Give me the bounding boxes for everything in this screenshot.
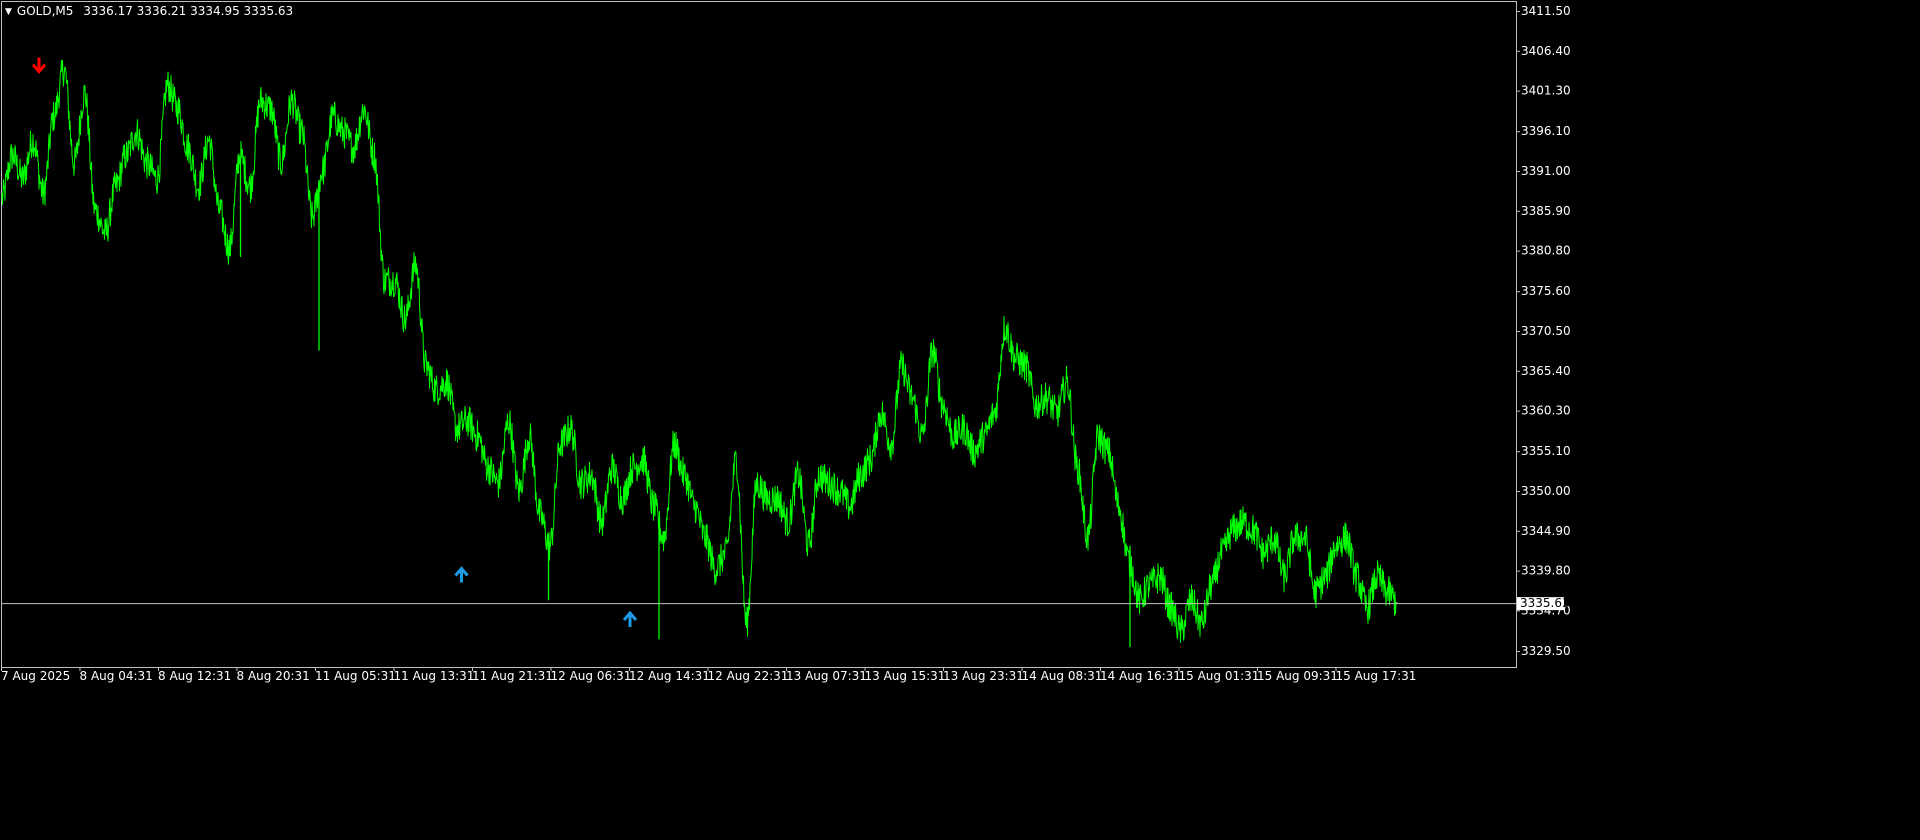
y-tick-label: 3360.30 [1521,404,1571,418]
y-tick-label: 3396.10 [1521,124,1571,138]
x-tick-label: 8 Aug 12:31 [158,669,231,683]
x-tick-label: 11 Aug 21:31 [472,669,553,683]
x-tick-label: 11 Aug 13:31 [394,669,475,683]
y-tick-label: 3365.40 [1521,364,1571,378]
y-tick-label: 3401.30 [1521,84,1571,98]
x-tick-label: 8 Aug 20:31 [237,669,310,683]
y-tick-label: 3391.00 [1521,164,1571,178]
x-tick-label: 15 Aug 09:31 [1257,669,1338,683]
dropdown-triangle-icon[interactable]: ▼ [5,7,12,17]
y-tick-label: 3375.60 [1521,284,1571,298]
x-tick-label: 15 Aug 01:31 [1179,669,1260,683]
y-tick-label: 3355.10 [1521,444,1571,458]
y-tick-label: 3380.80 [1521,244,1571,258]
x-tick-label: 12 Aug 06:31 [551,669,632,683]
y-tick-label: 3406.40 [1521,44,1571,58]
symbol-label: GOLD,M5 [16,4,74,18]
price-chart[interactable]: 3411.50 3406.40 3401.30 3396.10 3391.00 3385.… [0,0,1920,840]
x-tick-label: 14 Aug 08:31 [1022,669,1103,683]
x-tick-label: 12 Aug 14:31 [629,669,710,683]
x-tick-label: 11 Aug 05:31 [315,669,396,683]
x-tick-label: 7 Aug 2025 [1,669,70,683]
y-tick-label: 3350.00 [1521,484,1571,498]
x-tick-label: 14 Aug 16:31 [1100,669,1181,683]
x-tick-label: 13 Aug 15:31 [865,669,946,683]
y-tick-label: 3411.50 [1521,4,1571,18]
x-tick-label: 13 Aug 23:31 [943,669,1024,683]
chart-header: ▼ GOLD,M5 3336.17 3336.21 3334.95 3335.63 [5,4,293,18]
y-tick-label: 3370.50 [1521,324,1571,338]
current-price-label: 3335.63 [1520,596,1570,610]
y-tick-label: 3339.80 [1521,564,1571,578]
y-tick-label: 3385.90 [1521,204,1571,218]
x-tick-label: 15 Aug 17:31 [1336,669,1417,683]
x-tick-label: 12 Aug 22:31 [708,669,789,683]
x-tick-label: 13 Aug 07:31 [786,669,867,683]
y-tick-label: 3329.50 [1521,644,1571,658]
chart-background [0,0,1920,840]
y-tick-label: 3344.90 [1521,524,1571,538]
time-axis: 7 Aug 2025 8 Aug 04:31 8 Aug 12:31 8 Aug 20… [1,667,1416,683]
ohlc-label: 3336.17 3336.21 3334.95 3335.63 [83,4,294,18]
x-tick-label: 8 Aug 04:31 [80,669,153,683]
